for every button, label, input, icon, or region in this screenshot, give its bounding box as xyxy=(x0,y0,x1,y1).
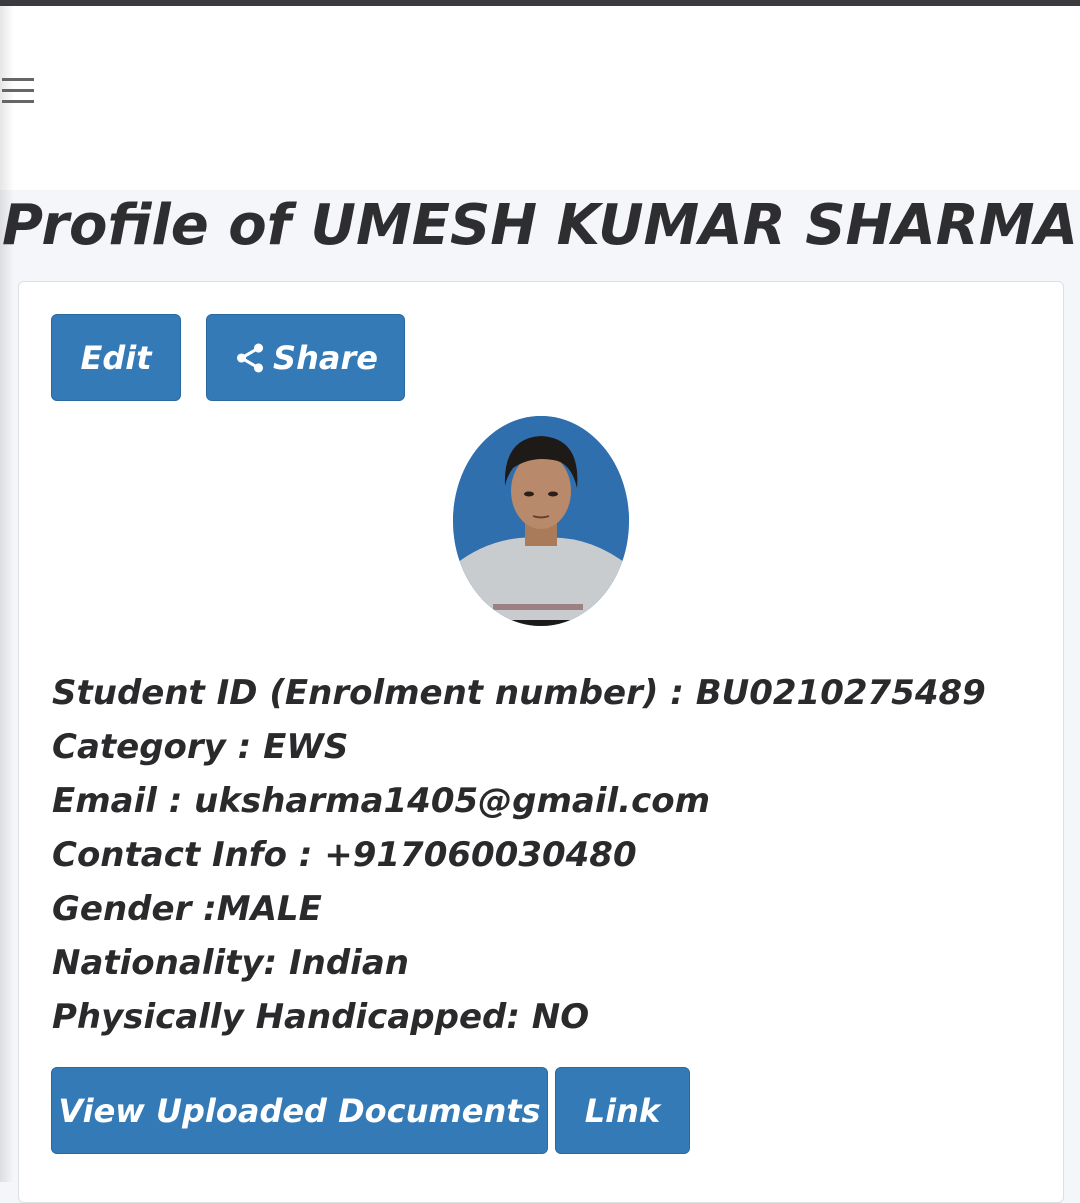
nationality-row: Nationality: Indian xyxy=(52,943,409,983)
gender-row: Gender :MALE xyxy=(52,889,322,929)
contact-row: Contact Info : +917060030480 xyxy=(52,835,637,875)
share-button[interactable]: Share xyxy=(206,314,405,401)
page-title: Profile of UMESH KUMAR SHARMA xyxy=(2,193,1078,258)
profile-photo xyxy=(453,416,629,626)
side-drawer-edge xyxy=(0,6,14,1182)
hamburger-menu-icon[interactable] xyxy=(2,78,34,106)
avatar xyxy=(453,416,629,626)
category-row: Category : EWS xyxy=(52,727,349,767)
edit-button[interactable]: Edit xyxy=(51,314,181,401)
student-id-row: Student ID (Enrolment number) : BU021027… xyxy=(52,673,986,713)
share-icon xyxy=(237,343,264,372)
view-uploaded-documents-button[interactable]: View Uploaded Documents xyxy=(51,1067,548,1154)
link-button[interactable]: Link xyxy=(555,1067,690,1154)
header-bar xyxy=(0,6,1080,190)
profile-details: Student ID (Enrolment number) : BU021027… xyxy=(52,666,1052,1044)
edit-button-label: Edit xyxy=(80,338,152,377)
share-button-label: Share xyxy=(273,338,378,377)
handicapped-row: Physically Handicapped: NO xyxy=(52,997,590,1037)
view-documents-label: View Uploaded Documents xyxy=(58,1091,541,1130)
email-row: Email : uksharma1405@gmail.com xyxy=(52,781,711,821)
link-button-label: Link xyxy=(584,1091,661,1130)
